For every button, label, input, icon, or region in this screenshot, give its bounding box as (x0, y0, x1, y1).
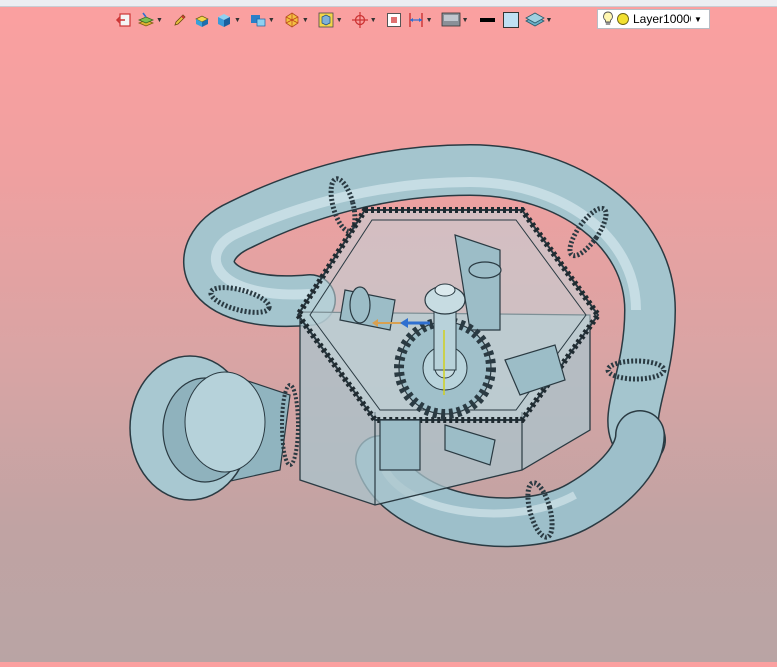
pencil-icon (171, 11, 189, 29)
quick-toolbar: ▼ ▼ ▼ ▼ ▼ ▼ ▼ ▼ ▼ (114, 8, 557, 32)
frame-button[interactable] (384, 9, 404, 31)
frame-icon (385, 11, 403, 29)
display-style-button[interactable]: ▼ (440, 9, 474, 31)
3d-viewport[interactable] (0, 36, 777, 662)
sketch-button[interactable] (170, 9, 190, 31)
dimension-icon (407, 11, 425, 29)
lightbulb-icon[interactable] (602, 11, 614, 27)
extrude-button[interactable] (192, 9, 212, 31)
snap-target-icon (351, 11, 369, 29)
plane-icon (524, 11, 545, 29)
extrude-icon (193, 11, 211, 29)
plane-button[interactable]: ▼ (524, 9, 558, 31)
view-orientation-dropdown-arrow[interactable]: ▼ (268, 17, 275, 24)
fill-color-button[interactable] (500, 9, 522, 31)
section-view-button[interactable]: ▼ (316, 9, 348, 31)
solid-cube-icon (215, 11, 233, 29)
snap-dropdown-arrow[interactable]: ▼ (370, 17, 377, 24)
exit-sketch-icon (115, 11, 133, 29)
layers-dropdown-arrow[interactable]: ▼ (156, 17, 163, 24)
line-color-icon (477, 11, 497, 29)
render-mode-button[interactable]: ▼ (282, 9, 314, 31)
window-top-strip (0, 0, 777, 7)
layer-dropdown-arrow[interactable]: ▼ (694, 15, 702, 24)
solid-dropdown-arrow[interactable]: ▼ (234, 17, 241, 24)
display-style-icon (441, 11, 461, 29)
exit-sketch-button[interactable] (114, 9, 134, 31)
dimension-dropdown-arrow[interactable]: ▼ (426, 17, 433, 24)
render-mode-dropdown-arrow[interactable]: ▼ (302, 17, 309, 24)
line-color-button[interactable] (476, 9, 498, 31)
section-view-dropdown-arrow[interactable]: ▼ (336, 17, 343, 24)
dimension-button[interactable]: ▼ (406, 9, 438, 31)
plane-dropdown-arrow[interactable]: ▼ (546, 17, 553, 24)
layers-button[interactable]: ▼ (136, 9, 168, 31)
solid-button[interactable]: ▼ (214, 9, 246, 31)
section-view-icon (317, 11, 335, 29)
layer-name: Layer10000 (633, 12, 691, 26)
view-orientation-button[interactable]: ▼ (248, 9, 280, 31)
layers-stack-icon (137, 11, 155, 29)
layer-selector[interactable]: Layer10000 ▼ (597, 9, 710, 29)
view-orientation-icon (249, 11, 267, 29)
render-mode-icon (283, 11, 301, 29)
fill-color-icon (501, 11, 521, 29)
inlet-bell-mouth (129, 355, 300, 501)
layer-status-icon (616, 12, 630, 26)
snap-button[interactable]: ▼ (350, 9, 382, 31)
turbine-model (129, 143, 677, 548)
display-style-dropdown-arrow[interactable]: ▼ (462, 17, 469, 24)
